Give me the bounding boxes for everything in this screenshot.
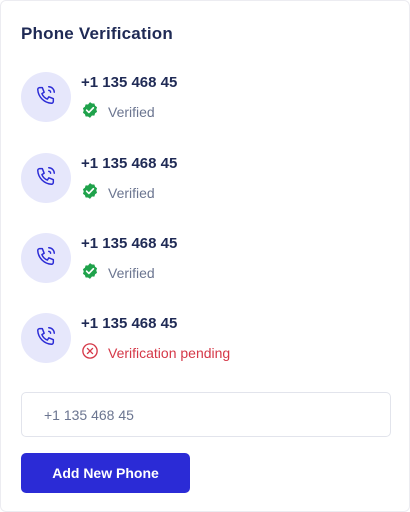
verification-status: Verified: [81, 182, 155, 203]
x-circle-icon: [81, 342, 99, 363]
phone-verification-card: Phone Verification +1 135 468 45 Verifie…: [0, 0, 410, 512]
check-badge-icon: [81, 262, 99, 283]
status-label: Verified: [108, 184, 155, 201]
new-phone-input[interactable]: [21, 392, 391, 437]
add-new-phone-button[interactable]: Add New Phone: [21, 453, 190, 493]
phone-item: +1 135 468 45 Verified: [21, 153, 391, 213]
phone-call-icon: [35, 325, 57, 352]
phone-number: +1 135 468 45: [81, 155, 178, 172]
phone-call-icon: [35, 245, 57, 272]
status-label: Verified: [108, 264, 155, 281]
phone-avatar: [21, 233, 71, 283]
phone-avatar: [21, 72, 71, 122]
phone-number: +1 135 468 45: [81, 315, 178, 332]
phone-call-icon: [35, 165, 57, 192]
check-badge-icon: [81, 101, 99, 122]
check-badge-icon: [81, 182, 99, 203]
card-title: Phone Verification: [21, 24, 173, 43]
phone-number: +1 135 468 45: [81, 74, 178, 91]
verification-status: Verification pending: [81, 342, 230, 363]
status-label: Verified: [108, 103, 155, 120]
phone-call-icon: [35, 84, 57, 111]
verification-status: Verified: [81, 262, 155, 283]
phone-item: +1 135 468 45 Verified: [21, 72, 391, 132]
phone-item: +1 135 468 45 Verification pending: [21, 313, 391, 373]
phone-avatar: [21, 313, 71, 363]
phone-avatar: [21, 153, 71, 203]
phone-number: +1 135 468 45: [81, 235, 178, 252]
phone-item: +1 135 468 45 Verified: [21, 233, 391, 293]
verification-status: Verified: [81, 101, 155, 122]
status-label: Verification pending: [108, 344, 231, 361]
